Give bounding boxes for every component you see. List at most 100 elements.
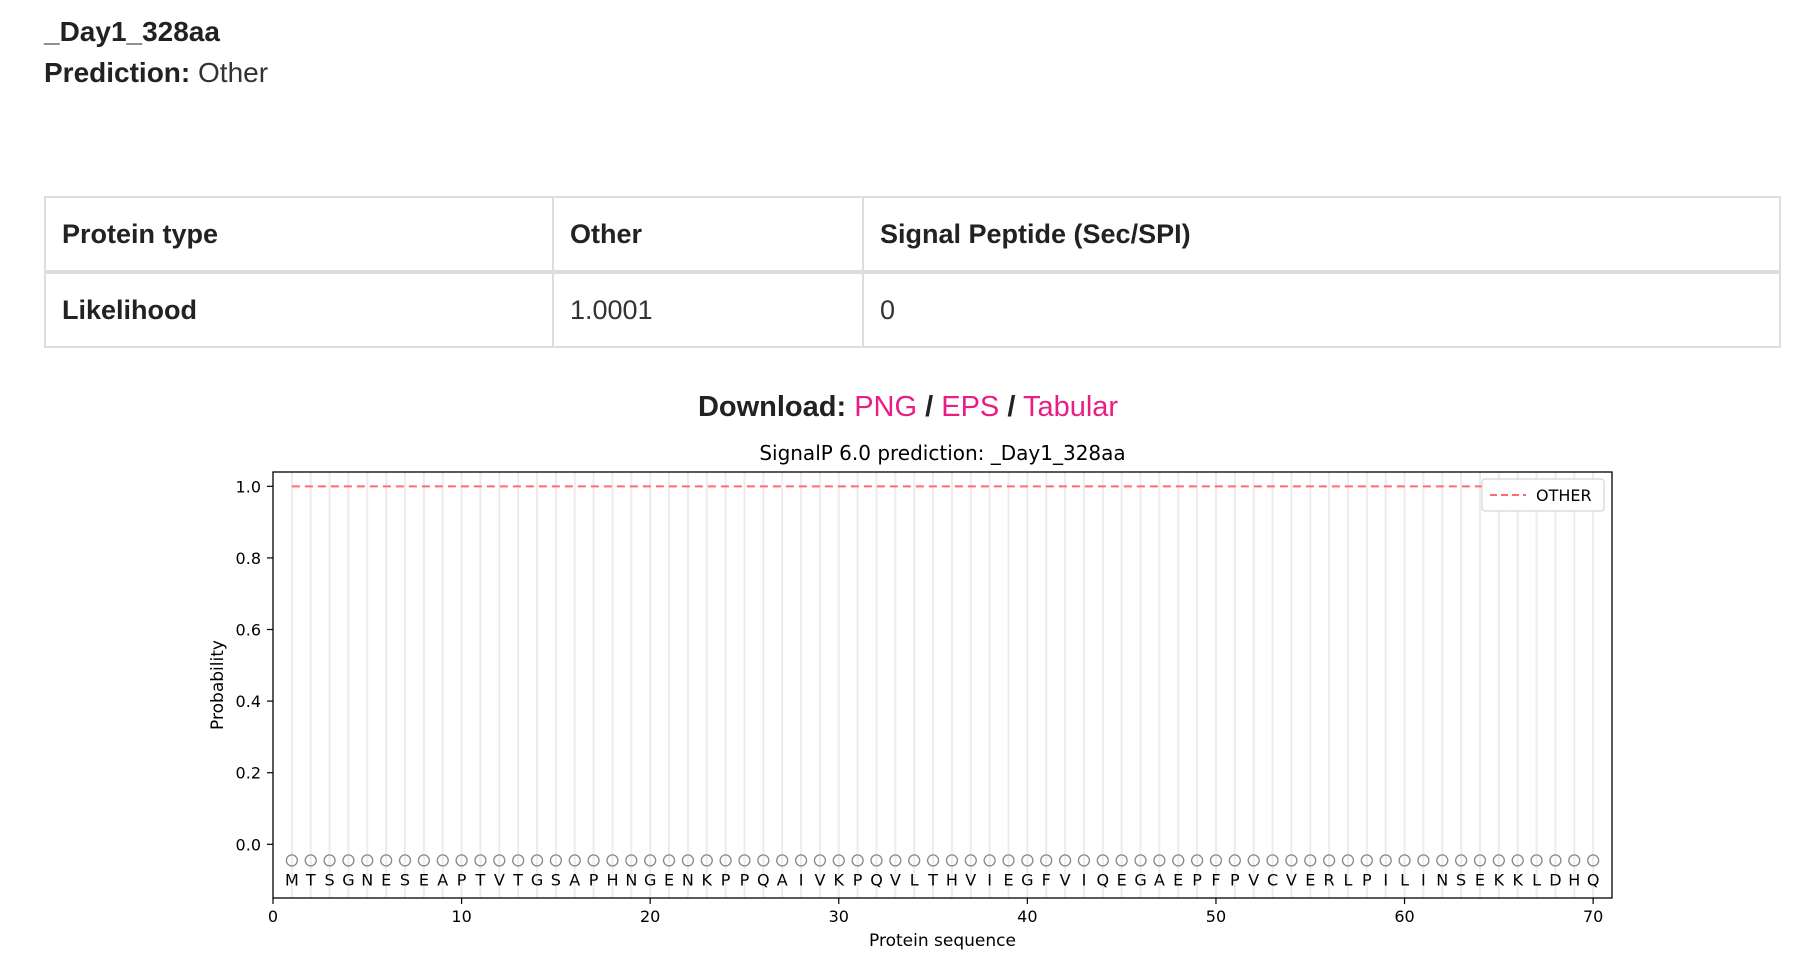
residue-label: P (721, 870, 731, 889)
y-tick-label: 0.8 (236, 549, 261, 568)
download-png-link[interactable]: PNG (854, 391, 917, 423)
residue-label: P (1362, 870, 1372, 889)
residue-label: Q (870, 870, 883, 889)
residue-label: P (1192, 870, 1202, 889)
residue-label: A (437, 870, 448, 889)
chart-title: SignalP 6.0 prediction: _Day1_328aa (759, 441, 1125, 465)
y-tick-label: 0.4 (236, 692, 261, 711)
residue-label: T (512, 870, 523, 889)
prediction-value: Other (198, 57, 269, 88)
table-header-row: Protein type Other Signal Peptide (Sec/S… (44, 196, 1781, 274)
residue-label: K (1512, 870, 1523, 889)
residue-label: P (457, 870, 467, 889)
prediction-line: Prediction: Other (44, 57, 268, 89)
residue-label: V (814, 870, 825, 889)
entry-name: _Day1_328aa (44, 16, 220, 47)
x-tick-label: 50 (1206, 907, 1226, 926)
header-other: Other (552, 196, 864, 274)
signalp-prediction-chart: SignalP 6.0 prediction: _Day1_328aaM T S G N… (208, 441, 1613, 951)
residue-label: V (965, 870, 976, 889)
residue-label: E (1305, 870, 1315, 889)
download-separator: / (925, 391, 934, 423)
residue-label: V (1060, 870, 1071, 889)
residue-label: G (531, 870, 543, 889)
row-label-likelihood: Likelihood (44, 271, 554, 348)
download-line: Download: PNG / EPS / Tabular (0, 391, 1816, 424)
residue-label: Q (1097, 870, 1110, 889)
prediction-table: Protein type Other Signal Peptide (Sec/S… (44, 196, 1781, 348)
residue-label: E (419, 870, 429, 889)
residue-label: G (342, 870, 354, 889)
download-tabular-link[interactable]: Tabular (1023, 391, 1118, 423)
residue-label: E (1117, 870, 1127, 889)
y-tick-label: 0.0 (236, 835, 261, 854)
x-tick-label: 0 (268, 907, 278, 926)
residue-label: I (1383, 870, 1388, 889)
residue-label: D (1549, 870, 1561, 889)
residue-label: L (1400, 870, 1409, 889)
residue-label: P (740, 870, 750, 889)
legend-label: OTHER (1536, 486, 1592, 505)
x-tick-label: 20 (640, 907, 660, 926)
x-tick-label: 10 (451, 907, 471, 926)
x-tick-label: 70 (1583, 907, 1603, 926)
residue-label: N (682, 870, 694, 889)
residue-label: G (644, 870, 656, 889)
header-signal-peptide: Signal Peptide (Sec/SPI) (862, 196, 1781, 274)
residue-label: H (946, 870, 958, 889)
residue-label: S (1456, 870, 1466, 889)
residue-label: R (1324, 870, 1335, 889)
residue-label: G (1021, 870, 1033, 889)
download-label: Download: (697, 391, 847, 423)
residue-label: S (551, 870, 561, 889)
y-tick-label: 1.0 (236, 477, 261, 496)
residue-label: P (589, 870, 599, 889)
likelihood-signal-peptide: 0 (862, 271, 1781, 348)
residue-label: L (910, 870, 919, 889)
plot-frame (272, 471, 1613, 899)
residue-label: V (1248, 870, 1259, 889)
residue-label: Q (1587, 870, 1600, 889)
residue-label: Q (757, 870, 770, 889)
residue-label: F (1211, 870, 1220, 889)
residue-label: E (381, 870, 391, 889)
residue-label: T (305, 870, 316, 889)
y-tick-label: 0.2 (236, 764, 261, 783)
residue-label: T (475, 870, 486, 889)
residue-label: P (853, 870, 863, 889)
residue-label: E (1173, 870, 1183, 889)
residue-label: E (1475, 870, 1485, 889)
download-separator: / (1007, 391, 1016, 423)
x-tick-label: 40 (1017, 907, 1037, 926)
prediction-label: Prediction: (44, 57, 191, 88)
residue-label: M (285, 870, 299, 889)
residue-label: T (927, 870, 938, 889)
residue-label: V (494, 870, 505, 889)
x-axis-label: Protein sequence (869, 931, 1016, 951)
residue-label: L (1532, 870, 1541, 889)
residue-label: P (1230, 870, 1240, 889)
residue-label: K (702, 870, 713, 889)
table-row: Likelihood 1.0001 0 (44, 271, 1781, 348)
residue-label: I (1421, 870, 1426, 889)
residue-label: V (890, 870, 901, 889)
residue-label: S (400, 870, 410, 889)
residue-label: A (1154, 870, 1165, 889)
residue-label: K (1494, 870, 1505, 889)
residue-label: C (1267, 870, 1278, 889)
residue-label: V (1286, 870, 1297, 889)
residue-label: E (1003, 870, 1013, 889)
x-tick-label: 60 (1394, 907, 1414, 926)
residue-label: H (606, 870, 618, 889)
residue-label: K (834, 870, 845, 889)
residue-label: I (987, 870, 992, 889)
residue-label: G (1134, 870, 1146, 889)
residue-label: H (1568, 870, 1580, 889)
residue-label: A (777, 870, 788, 889)
residue-label: E (664, 870, 674, 889)
download-eps-link[interactable]: EPS (941, 391, 999, 423)
residue-label: N (625, 870, 637, 889)
y-axis-label: Probability (208, 640, 228, 730)
y-tick-label: 0.6 (236, 621, 261, 640)
residue-label: S (324, 870, 334, 889)
